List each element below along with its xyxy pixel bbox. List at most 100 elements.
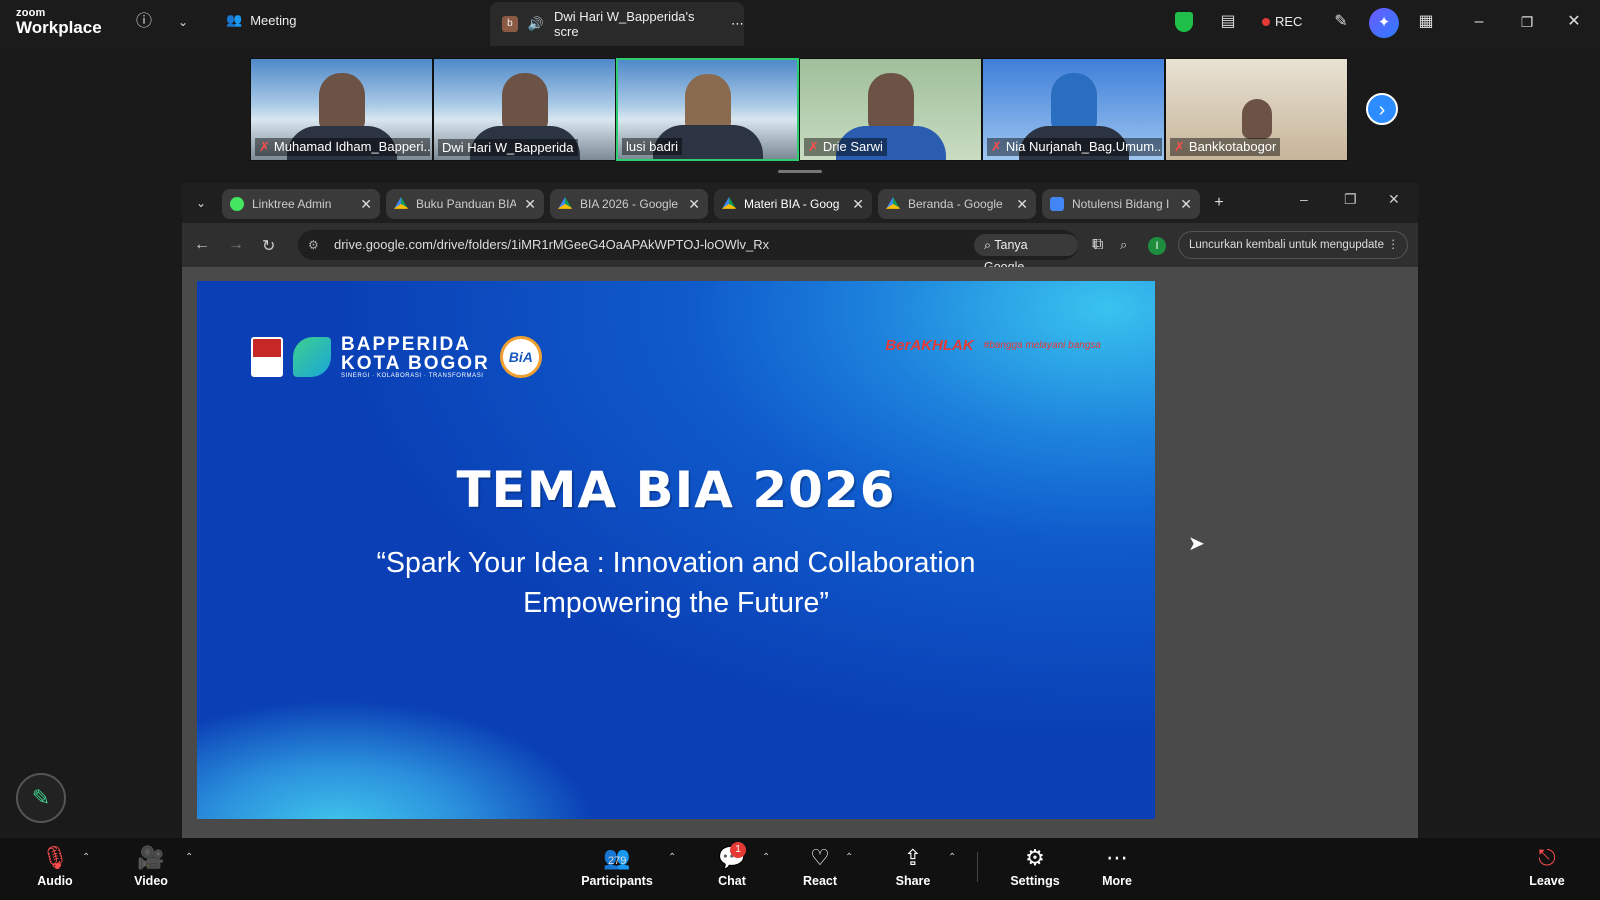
minimize-icon[interactable]: –	[1468, 11, 1490, 33]
video-button[interactable]: 🎥 Video	[126, 844, 176, 888]
browser-close-icon[interactable]: ✕	[1388, 191, 1400, 208]
tab-close-icon[interactable]: ✕	[688, 196, 700, 213]
ai-companion-icon[interactable]: ✦	[1369, 8, 1399, 38]
tab-label: Beranda - Google	[908, 197, 1003, 211]
site-info-icon[interactable]: ⚙	[308, 230, 319, 260]
more-button[interactable]: ⋯ More	[1097, 844, 1137, 888]
share-caret-icon[interactable]: ⌃	[948, 852, 956, 863]
drag-handle[interactable]	[778, 170, 822, 173]
pencil-icon[interactable]: ✎	[1330, 11, 1352, 33]
bangga-melayani-logo: #bangga melayani bangsa	[983, 339, 1101, 351]
lens-icon: ⌕	[984, 238, 992, 252]
tab-label: Buku Panduan BIA	[416, 197, 517, 211]
rec-label: REC	[1275, 14, 1303, 29]
browser-address-bar: ← → ↻ ⚙ drive.google.com/drive/folders/1…	[182, 223, 1418, 274]
react-button[interactable]: ♡ React	[800, 844, 840, 888]
mic-muted-icon: ✗	[1174, 139, 1185, 154]
back-arrow-icon[interactable]: ←	[194, 236, 210, 254]
toolbar-divider	[977, 852, 978, 882]
browser-tab-active[interactable]: Materi BIA - Goog ✕	[714, 189, 872, 219]
tab-list-chevron-icon[interactable]: ⌄	[190, 192, 212, 214]
next-page-chevron-icon[interactable]: ›	[1366, 93, 1398, 125]
tab-close-icon[interactable]: ✕	[852, 196, 864, 213]
chat-button[interactable]: 💬 1 Chat	[712, 842, 752, 888]
url-field[interactable]: ⚙ drive.google.com/drive/folders/1iMR1rM…	[298, 230, 1162, 274]
relaunch-update-button[interactable]: Luncurkan kembali untuk mengupdate ⋮	[1178, 231, 1408, 259]
participant-face	[501, 73, 548, 133]
participants-caret-icon[interactable]: ⌃	[668, 852, 676, 863]
kebab-menu-icon[interactable]: ⋮	[1388, 232, 1400, 258]
mic-muted-icon: ✗	[259, 139, 270, 154]
drive-icon	[558, 197, 572, 209]
slide-subtitle: “Spark Your Idea : Innovation and Collab…	[197, 543, 1155, 623]
tab-label: Materi BIA - Goog	[744, 197, 840, 211]
browser-tab[interactable]: Beranda - Google ✕	[878, 189, 1036, 219]
chevron-down-icon[interactable]: ⌄	[172, 11, 194, 33]
tab-close-icon[interactable]: ✕	[360, 196, 372, 213]
browser-tab[interactable]: Notulensi Bidang I ✕	[1042, 189, 1200, 219]
participant-tile[interactable]: ✗ Nia Nurjanah_Bag.Umum...	[982, 58, 1165, 161]
apps-icon[interactable]: ▦	[1415, 11, 1437, 33]
tab-close-icon[interactable]: ✕	[1016, 196, 1028, 213]
share-button[interactable]: ⇪ Share	[893, 844, 933, 888]
participant-tile-active-speaker[interactable]: lusi badri	[616, 58, 799, 161]
meeting-menu[interactable]: 👥 Meeting	[226, 12, 296, 28]
chat-bubble-icon: 💬 1	[718, 842, 746, 870]
leave-button[interactable]: ⎋ Leave	[1527, 844, 1567, 888]
tab-close-icon[interactable]: ✕	[524, 196, 536, 213]
react-caret-icon[interactable]: ⌃	[845, 852, 853, 863]
drive-icon	[394, 197, 408, 209]
kota-bogor-crest-icon	[251, 337, 283, 377]
heart-icon: ♡	[810, 845, 830, 870]
video-options-caret-icon[interactable]: ⌃	[185, 852, 193, 863]
participant-tile[interactable]: ✗ Drie Sarwi	[799, 58, 982, 161]
annotate-pencil-icon[interactable]: ✎	[16, 773, 66, 823]
participant-name-text: lusi badri	[626, 139, 679, 154]
screen-share-tab[interactable]: b 🔊 Dwi Hari W_Bapperida's scre ⋯	[490, 2, 744, 46]
bapperida-wave-icon	[293, 337, 331, 377]
recording-indicator[interactable]: REC	[1262, 14, 1302, 29]
participant-name-text: Dwi Hari W_Bapperida	[442, 140, 574, 155]
participants-count: 279	[608, 855, 627, 867]
participants-button[interactable]: 👥 279 Participants	[578, 844, 656, 888]
settings-button[interactable]: ⚙ Settings	[1010, 844, 1060, 888]
org-line1: BAPPERIDA	[341, 334, 471, 355]
org-line2: KOTA BOGOR	[341, 353, 490, 374]
share-label: Share	[895, 874, 931, 888]
tab-close-icon[interactable]: ✕	[1180, 196, 1192, 213]
mouse-cursor-icon: ➤	[1188, 533, 1205, 555]
forward-arrow-icon[interactable]: →	[228, 236, 244, 254]
docs-icon	[1050, 197, 1064, 211]
new-tab-plus-icon[interactable]: +	[1208, 192, 1230, 214]
browser-restore-icon[interactable]: ❐	[1344, 191, 1357, 208]
participant-tile[interactable]: ✗ Bankkotabogor	[1165, 58, 1348, 161]
slide-title: TEMA BIA 2026	[456, 461, 896, 519]
leave-door-icon: ⎋	[1538, 845, 1556, 870]
more-options-icon[interactable]: ⋯	[731, 16, 744, 32]
security-shield-icon[interactable]	[1175, 12, 1193, 32]
close-icon[interactable]: ✕	[1563, 11, 1585, 33]
browser-tab[interactable]: BIA 2026 - Google ✕	[550, 189, 708, 219]
notes-icon[interactable]: ▤	[1217, 11, 1239, 33]
browser-minimize-icon[interactable]: –	[1300, 191, 1308, 207]
mic-muted-icon: ✗	[991, 139, 1002, 154]
participant-tile[interactable]: ✗ Muhamad Idham_Bapperi...	[250, 58, 433, 161]
browser-tab[interactable]: Buku Panduan BIA ✕	[386, 189, 544, 219]
audio-button[interactable]: 🎙 Audio	[30, 844, 80, 888]
more-dots-icon: ⋯	[1106, 845, 1128, 870]
slide-subtitle-line1: “Spark Your Idea : Innovation and Collab…	[376, 547, 976, 579]
restore-icon[interactable]: ❐	[1516, 11, 1538, 33]
chat-caret-icon[interactable]: ⌃	[762, 852, 770, 863]
extensions-icon[interactable]: ⧉	[1092, 236, 1103, 254]
org-tagline: SINERGI · KOLABORASI · TRANSFORMASI	[341, 373, 484, 379]
browser-tab[interactable]: Linktree Admin ✕	[222, 189, 380, 219]
audio-options-caret-icon[interactable]: ⌃	[82, 852, 90, 863]
zoom-icon[interactable]: ⌕	[1120, 230, 1127, 260]
tanya-google-button[interactable]: ⌕ Tanya Google	[974, 234, 1078, 274]
slide-subtitle-line2: Empowering the Future”	[523, 587, 829, 619]
profile-avatar[interactable]: I	[1148, 237, 1166, 255]
participant-tile[interactable]: Dwi Hari W_Bapperida	[433, 58, 616, 161]
url-text: drive.google.com/drive/folders/1iMR1rMGe…	[334, 237, 770, 252]
info-icon[interactable]: ⓘ	[133, 11, 155, 33]
reload-icon[interactable]: ↻	[262, 236, 275, 256]
